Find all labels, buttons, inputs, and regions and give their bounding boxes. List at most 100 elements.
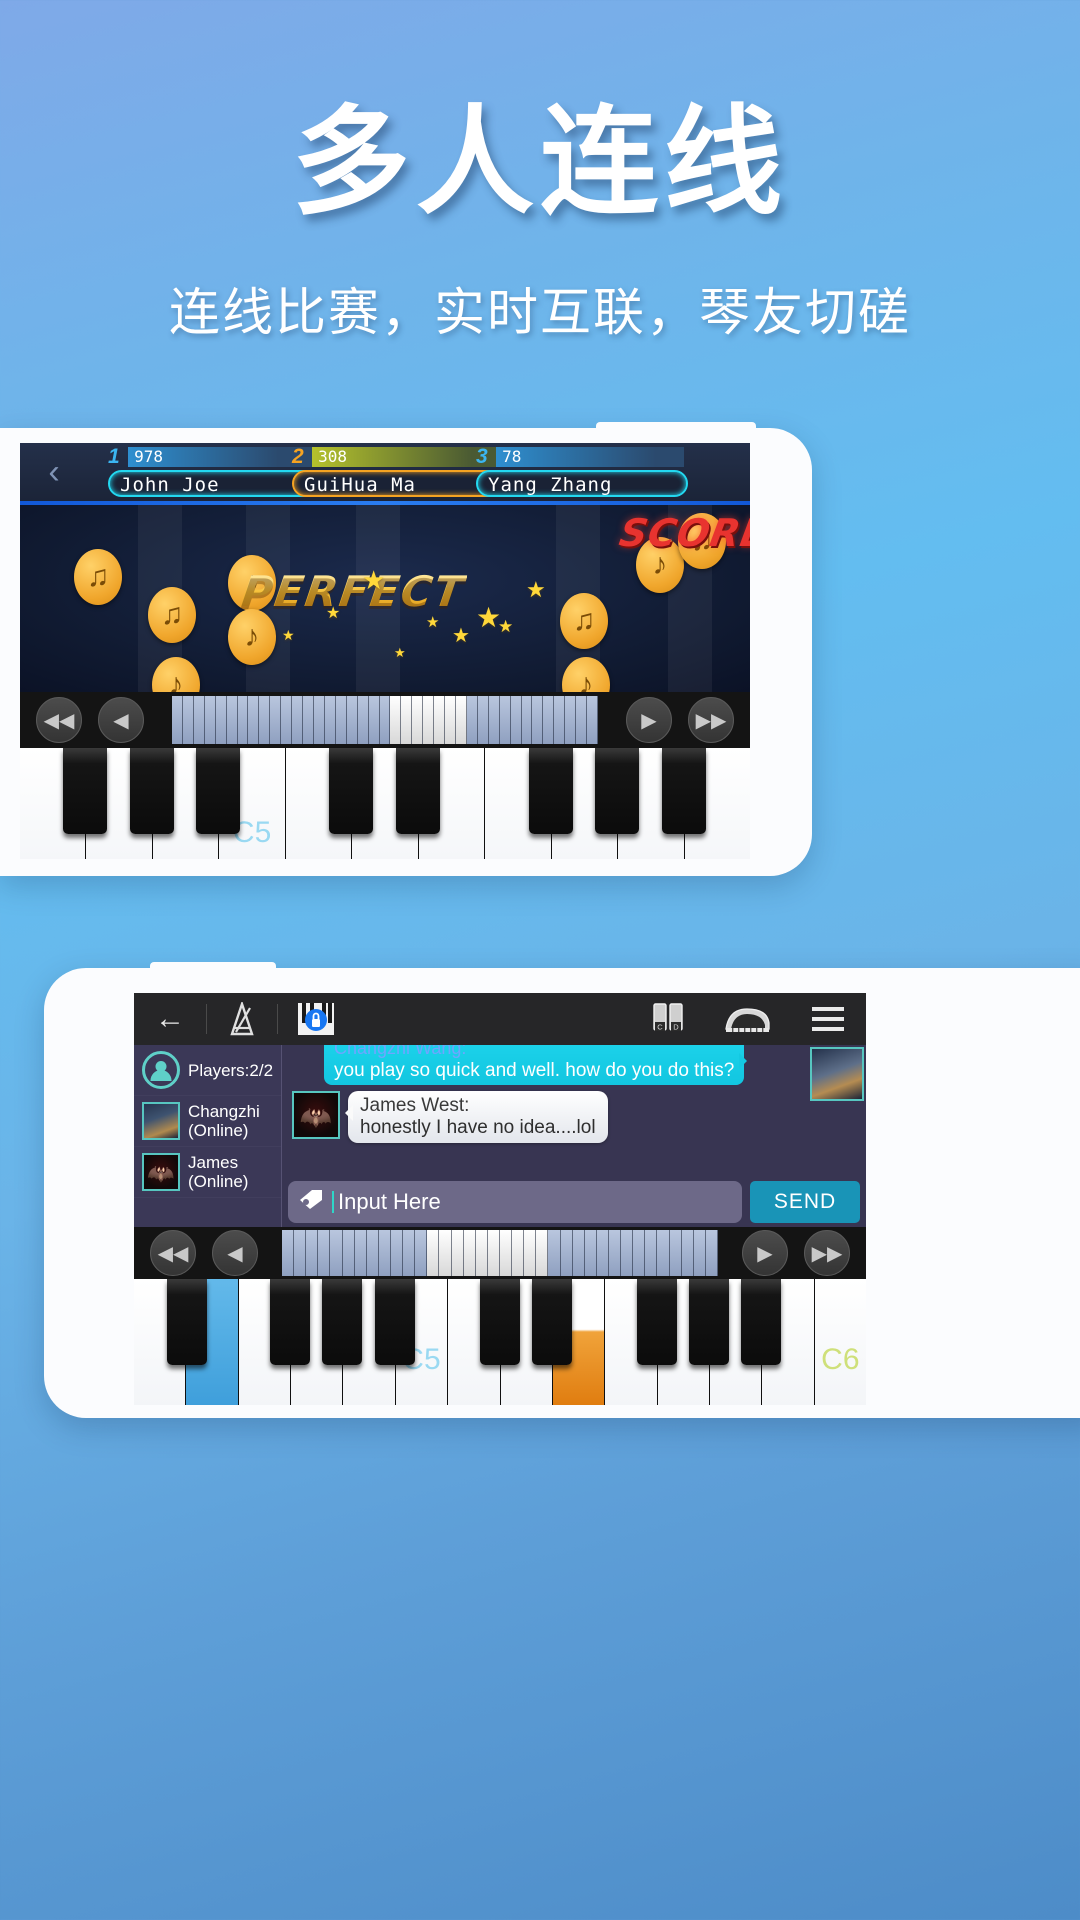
menu-icon[interactable] [790, 993, 866, 1045]
falling-note[interactable]: ♫ [560, 593, 608, 649]
rank-player-name: John Joe [108, 470, 320, 497]
metronome-icon[interactable] [207, 993, 277, 1045]
rank-score: 308 [318, 447, 348, 466]
page-title: 多人连线 [291, 93, 788, 231]
player-name: James (Online) [188, 1153, 248, 1191]
rank-score-bar: 978 [128, 447, 317, 467]
rank-place: 2 [292, 445, 304, 468]
forward-fast-button[interactable]: ▶▶ [688, 697, 734, 743]
key-labels-icon[interactable]: C D [630, 993, 706, 1045]
message-row: Changzhi Wang: you play so quick and wel… [288, 1045, 860, 1085]
star-icon: ★ [394, 645, 406, 660]
key-label-c6: C6 [821, 1343, 860, 1376]
star-icon: ★ [282, 627, 295, 643]
avatar [142, 1102, 180, 1140]
white-key[interactable] [448, 1279, 520, 1405]
avatar [292, 1091, 340, 1139]
white-key[interactable] [485, 748, 573, 859]
back-icon[interactable]: ← [134, 993, 206, 1045]
pen-icon [298, 1188, 324, 1216]
play-button[interactable]: ▶ [626, 697, 672, 743]
player-status-text: (Online) [188, 1121, 249, 1140]
star-icon: ★ [362, 565, 386, 595]
chat-input-placeholder: Input Here [332, 1189, 441, 1215]
star-icon: ★ [426, 614, 440, 631]
chat-input-bar: Input Here SEND [282, 1181, 866, 1223]
player-name-text: James [188, 1153, 239, 1172]
forward-fast-button[interactable]: ▶▶ [804, 1230, 850, 1276]
score-label: SCORE [616, 511, 750, 555]
message-row: James West: honestly I have no idea....l… [288, 1091, 860, 1143]
rewind-fast-button[interactable]: ◀◀ [150, 1230, 196, 1276]
attachment-thumbnail[interactable] [810, 1047, 864, 1101]
chat-bubble-incoming: James West: honestly I have no idea....l… [345, 1091, 608, 1143]
player-name: Changzhi (Online) [188, 1102, 260, 1140]
mini-keyboard-scroller[interactable] [282, 1230, 718, 1276]
rewind-fast-button[interactable]: ◀◀ [36, 697, 82, 743]
hero-banner: 多人连线 连线比赛，实时互联，琴友切磋 [0, 0, 1080, 420]
message-text: you play so quick and well. how do you d… [334, 1060, 735, 1081]
app-toolbar: ← C D [134, 993, 866, 1045]
transport-bar: ◀◀ ◀ ▶ ▶▶ [134, 1227, 866, 1279]
page-subtitle: 连线比赛，实时互联，琴友切磋 [168, 284, 911, 343]
players-sidebar: Players:2/2 Changzhi (Online) James (Onl… [134, 1045, 282, 1227]
screen-multiplayer-chat: ← C D Players:2/2 Changzhi (Online) 🦇 Ja… [134, 993, 866, 1405]
note-play-field[interactable]: ♫ ♫ ♪ ♪ ♪ ♫ ♪ ♪ ♫ PERFECT SCORE ★ ★ ★ ★ … [20, 505, 750, 692]
message-text: honestly I have no idea....lol [360, 1117, 596, 1138]
message-sender: Changzhi Wang: [334, 1045, 467, 1058]
phone-notch-bottom [150, 962, 276, 974]
rank-score-fill [496, 447, 685, 467]
rewind-button[interactable]: ◀ [212, 1230, 258, 1276]
player-list-item[interactable]: Changzhi (Online) [134, 1096, 281, 1147]
rank-player-name: Yang Zhang [476, 470, 688, 497]
player-name-text: Changzhi [188, 1102, 260, 1121]
svg-text:C: C [657, 1023, 663, 1032]
falling-note[interactable]: ♫ [148, 587, 196, 643]
phone-notch-top [596, 422, 756, 434]
avatar [142, 1153, 180, 1191]
white-key[interactable] [238, 1279, 311, 1405]
chat-bubble-outgoing: Changzhi Wang: you play so quick and wel… [324, 1045, 748, 1085]
player-list-item[interactable]: James (Online) [134, 1147, 281, 1198]
falling-note[interactable]: ♫ [74, 549, 122, 605]
back-icon[interactable]: ‹ [34, 451, 74, 493]
white-key[interactable] [605, 1279, 677, 1405]
person-icon [142, 1051, 180, 1089]
grand-piano-icon[interactable] [706, 993, 790, 1045]
screen-multiplayer-game: ‹ 1 978 John Joe 2 308 GuiHua Ma 3 78 Ya… [20, 443, 750, 859]
rank-place: 3 [476, 445, 488, 468]
play-button[interactable]: ▶ [742, 1230, 788, 1276]
white-key[interactable] [134, 1279, 208, 1405]
mini-keyboard-scroller[interactable] [172, 696, 598, 744]
rank-score-bar: 308 [312, 447, 501, 467]
players-count-label: Players:2/2 [188, 1060, 274, 1080]
white-key[interactable] [20, 748, 108, 859]
svg-text:D: D [673, 1023, 679, 1032]
players-count-row: Players:2/2 [134, 1045, 281, 1096]
piano-keyboard[interactable]: C5 C6 [134, 1279, 866, 1405]
piano-lock-icon[interactable] [278, 993, 354, 1045]
falling-note[interactable]: ♪ [228, 609, 276, 665]
rewind-button[interactable]: ◀ [98, 697, 144, 743]
transport-bar: ◀◀ ◀ ▶ ▶▶ [20, 692, 750, 748]
chat-panel: Players:2/2 Changzhi (Online) James (Onl… [134, 1045, 866, 1227]
send-button[interactable]: SEND [750, 1181, 860, 1223]
white-key[interactable] [285, 748, 374, 859]
white-key[interactable]: C6 [814, 1279, 866, 1405]
rank-place: 1 [108, 445, 120, 468]
piano-keyboard[interactable]: C5 [20, 748, 750, 859]
judgement-text: PERFECT [238, 567, 469, 616]
rank-score-bar: 78 [496, 447, 685, 467]
rank-bar: ‹ 1 978 John Joe 2 308 GuiHua Ma 3 78 Ya… [20, 443, 750, 501]
star-icon: ★ [326, 605, 341, 622]
rank-entry-1: 1 978 John Joe [108, 445, 320, 499]
rank-player-name: GuiHua Ma [292, 470, 504, 497]
rank-entry-2: 2 308 GuiHua Ma [292, 445, 504, 499]
rank-score: 78 [502, 447, 522, 466]
message-sender: James West: [360, 1095, 470, 1116]
rank-score: 978 [134, 447, 164, 466]
chat-input-field[interactable]: Input Here [288, 1181, 742, 1223]
rank-entry-3: 3 78 Yang Zhang [476, 445, 688, 499]
star-icon: ★ [526, 577, 546, 602]
star-icon: ★ [498, 617, 514, 636]
